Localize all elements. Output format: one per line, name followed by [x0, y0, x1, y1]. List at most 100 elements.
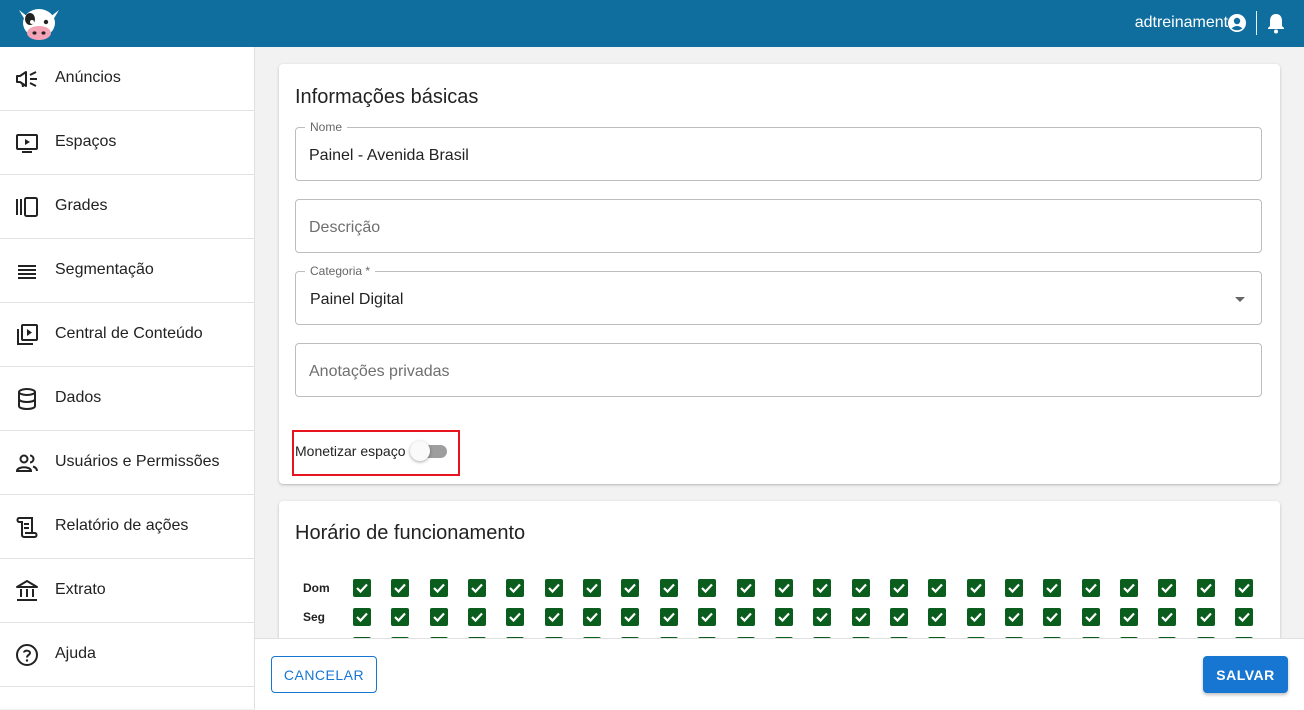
- hour-checkbox[interactable]: [353, 579, 371, 597]
- check-icon: [1161, 583, 1173, 594]
- hour-checkbox[interactable]: [967, 579, 985, 597]
- hour-checkbox[interactable]: [1005, 579, 1023, 597]
- day-label: Seg: [303, 610, 326, 624]
- sidebar-item-label: Grades: [55, 197, 108, 214]
- sidebar-item-espacos[interactable]: Espaços: [0, 111, 254, 175]
- hour-checkbox[interactable]: [813, 579, 831, 597]
- hour-checkbox[interactable]: [468, 608, 486, 626]
- check-icon: [1200, 612, 1212, 623]
- cow-logo[interactable]: [16, 6, 62, 42]
- hour-checkbox[interactable]: [852, 579, 870, 597]
- save-button[interactable]: SALVAR: [1203, 656, 1288, 693]
- hour-checkbox[interactable]: [737, 579, 755, 597]
- cancel-button[interactable]: CANCELAR: [271, 656, 377, 693]
- hour-checkbox[interactable]: [1120, 579, 1138, 597]
- check-icon: [624, 612, 636, 623]
- monetize-label: Monetizar espaço: [295, 443, 406, 459]
- hour-checkbox[interactable]: [353, 608, 371, 626]
- field-label: Nome: [305, 120, 348, 134]
- hour-checkbox[interactable]: [967, 608, 985, 626]
- sidebar-item-extrato[interactable]: Extrato: [0, 559, 254, 623]
- bank-icon: [16, 580, 38, 601]
- check-icon: [931, 583, 943, 594]
- check-icon: [1085, 612, 1097, 623]
- main-content[interactable]: Informações básicas Nome Painel - Avenid…: [255, 47, 1304, 638]
- hour-checkbox[interactable]: [698, 579, 716, 597]
- check-icon: [1123, 612, 1135, 623]
- sidebar-item-segmentacao[interactable]: Segmentação: [0, 239, 254, 303]
- hour-checkbox[interactable]: [545, 608, 563, 626]
- hour-checkbox[interactable]: [1005, 608, 1023, 626]
- sidebar-item-ajuda[interactable]: Ajuda: [0, 623, 254, 687]
- sidebar-item-central-de-conteudo[interactable]: Central de Conteúdo: [0, 303, 254, 367]
- name-field[interactable]: Nome Painel - Avenida Brasil: [295, 120, 1262, 181]
- check-icon: [548, 612, 560, 623]
- video-library-icon: [17, 324, 38, 345]
- sidebar-item-anuncios[interactable]: Anúncios: [0, 47, 254, 111]
- sidebar-item-label: Espaços: [55, 133, 117, 150]
- hour-checkbox[interactable]: [545, 579, 563, 597]
- hour-checkbox[interactable]: [1158, 608, 1176, 626]
- check-icon: [740, 583, 752, 594]
- hour-checkbox[interactable]: [1120, 608, 1138, 626]
- check-icon: [433, 612, 445, 623]
- bell-icon[interactable]: [1266, 12, 1286, 34]
- sidebar-item-usuarios-e-permissoes[interactable]: Usuários e Permissões: [0, 431, 254, 495]
- check-icon: [586, 612, 598, 623]
- hour-checkbox[interactable]: [660, 608, 678, 626]
- hour-checkbox[interactable]: [1235, 579, 1253, 597]
- category-select[interactable]: Categoria * Painel Digital: [295, 264, 1262, 325]
- hour-checkbox[interactable]: [775, 579, 793, 597]
- hour-checkbox[interactable]: [506, 608, 524, 626]
- hour-checkbox[interactable]: [391, 608, 409, 626]
- check-icon: [855, 612, 867, 623]
- check-icon: [471, 612, 483, 623]
- hour-checkbox[interactable]: [583, 608, 601, 626]
- sidebar-item-relatorio-de-acoes[interactable]: Relatório de ações: [0, 495, 254, 559]
- hour-checkbox[interactable]: [1043, 579, 1061, 597]
- hour-checkbox[interactable]: [928, 608, 946, 626]
- hour-checkbox[interactable]: [1082, 579, 1100, 597]
- hour-checkbox[interactable]: [698, 608, 716, 626]
- user-name[interactable]: adtreinamento: [1135, 14, 1237, 32]
- hour-checkbox[interactable]: [660, 579, 678, 597]
- hour-checkbox[interactable]: [1043, 608, 1061, 626]
- sidebar-item-dados[interactable]: Dados: [0, 367, 254, 431]
- hour-checkbox[interactable]: [1158, 579, 1176, 597]
- check-icon: [1123, 583, 1135, 594]
- hour-checkbox[interactable]: [583, 579, 601, 597]
- hour-checkbox[interactable]: [430, 579, 448, 597]
- hour-checkbox[interactable]: [1197, 579, 1215, 597]
- chevron-down-icon[interactable]: [1235, 297, 1245, 302]
- hour-checkbox[interactable]: [1235, 608, 1253, 626]
- hour-checkbox[interactable]: [737, 608, 755, 626]
- hour-checkbox[interactable]: [1082, 608, 1100, 626]
- description-field[interactable]: Descrição: [295, 199, 1262, 253]
- hour-checkbox[interactable]: [890, 608, 908, 626]
- check-icon: [356, 583, 368, 594]
- check-icon: [548, 583, 560, 594]
- hour-checkbox[interactable]: [1197, 608, 1215, 626]
- day-label: Dom: [303, 581, 330, 595]
- hour-checkbox[interactable]: [391, 579, 409, 597]
- check-icon: [740, 612, 752, 623]
- people-icon: [15, 454, 38, 472]
- hour-checkbox[interactable]: [506, 579, 524, 597]
- account-circle-icon[interactable]: [1227, 13, 1247, 33]
- hour-checkbox[interactable]: [775, 608, 793, 626]
- check-icon: [1046, 612, 1058, 623]
- hour-checkbox[interactable]: [813, 608, 831, 626]
- hour-checkbox[interactable]: [890, 579, 908, 597]
- check-icon: [701, 583, 713, 594]
- hour-checkbox[interactable]: [852, 608, 870, 626]
- help-circle-icon: [16, 644, 38, 666]
- hour-checkbox[interactable]: [621, 608, 639, 626]
- hour-checkbox[interactable]: [928, 579, 946, 597]
- schedule-row: Dom: [279, 579, 1280, 601]
- sidebar-item-grades[interactable]: Grades: [0, 175, 254, 239]
- hour-checkbox[interactable]: [621, 579, 639, 597]
- monetize-toggle-thumb[interactable]: [410, 441, 430, 461]
- hour-checkbox[interactable]: [430, 608, 448, 626]
- hour-checkbox[interactable]: [468, 579, 486, 597]
- private-notes-field[interactable]: Anotações privadas: [295, 343, 1262, 397]
